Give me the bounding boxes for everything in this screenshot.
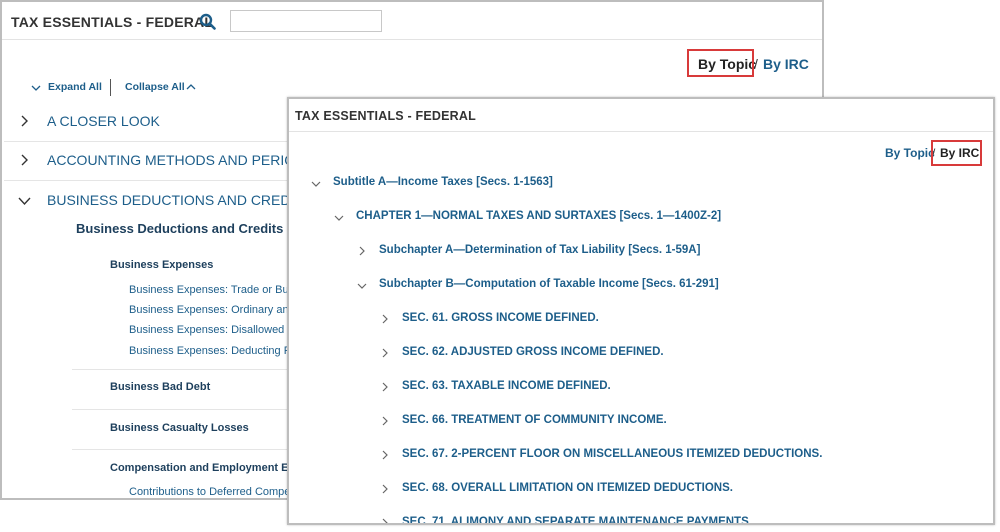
tree-section[interactable]: SEC. 61. GROSS INCOME DEFINED. xyxy=(402,312,599,324)
section-a-closer-look[interactable]: A CLOSER LOOK xyxy=(47,113,160,129)
tree-subchapter-b[interactable]: Subchapter B—Computation of Taxable Inco… xyxy=(379,278,719,290)
tree-subchapter-a[interactable]: Subchapter A—Determination of Tax Liabil… xyxy=(379,244,700,256)
chevron-right-icon[interactable] xyxy=(382,518,389,525)
list-item[interactable]: Business Expenses: Ordinary and xyxy=(129,304,295,316)
section-accounting-methods[interactable]: ACCOUNTING METHODS AND PERIODS xyxy=(47,152,315,168)
subsection-business-deductions[interactable]: Business Deductions and Credits xyxy=(76,221,283,236)
tree-chapter-1[interactable]: CHAPTER 1—NORMAL TAXES AND SURTAXES [Sec… xyxy=(356,210,721,222)
group-compensation[interactable]: Compensation and Employment Expe xyxy=(110,462,307,474)
tree-subtitle-a[interactable]: Subtitle A—Income Taxes [Secs. 1-1563] xyxy=(333,176,553,188)
section-business-deductions[interactable]: BUSINESS DEDUCTIONS AND CREDITS xyxy=(47,192,312,208)
view-toggle-separator: / xyxy=(754,56,758,72)
irc-view-panel: TAX ESSENTIALS - FEDERAL By Topic / By I… xyxy=(287,97,995,525)
tree-section[interactable]: SEC. 67. 2-PERCENT FLOOR ON MISCELLANEOU… xyxy=(402,448,822,460)
search-icon[interactable] xyxy=(199,13,216,30)
chevron-right-icon[interactable] xyxy=(382,484,389,494)
by-irc-link[interactable]: By IRC xyxy=(763,56,809,72)
list-item[interactable]: Contributions to Deferred Compe xyxy=(129,486,290,498)
chevron-right-icon[interactable] xyxy=(382,382,389,392)
tree-section[interactable]: SEC. 68. OVERALL LIMITATION ON ITEMIZED … xyxy=(402,482,733,494)
tree-section[interactable]: SEC. 71. ALIMONY AND SEPARATE MAINTENANC… xyxy=(402,516,752,523)
highlight-box-by-irc xyxy=(931,140,982,166)
by-topic-link[interactable]: By Topic xyxy=(885,146,935,160)
chevron-down-icon[interactable] xyxy=(334,215,344,222)
group-business-casualty-losses[interactable]: Business Casualty Losses xyxy=(110,422,249,434)
chevron-right-icon[interactable] xyxy=(20,154,30,166)
expand-all-button[interactable]: Expand All xyxy=(48,81,102,93)
tree-section[interactable]: SEC. 63. TAXABLE INCOME DEFINED. xyxy=(402,380,611,392)
highlight-box-by-topic xyxy=(687,49,754,77)
chevron-right-icon[interactable] xyxy=(382,314,389,324)
group-business-expenses[interactable]: Business Expenses xyxy=(110,259,213,271)
chevron-up-icon xyxy=(186,84,196,90)
list-item[interactable]: Business Expenses: Trade or Busi xyxy=(129,284,297,296)
collapse-all-button[interactable]: Collapse All xyxy=(125,81,185,93)
chevron-down-icon xyxy=(31,85,41,91)
chevron-right-icon[interactable] xyxy=(20,115,30,127)
panel-title: TAX ESSENTIALS - FEDERAL xyxy=(11,14,214,30)
chevron-right-icon[interactable] xyxy=(359,246,366,256)
chevron-right-icon[interactable] xyxy=(382,416,389,426)
panel-title: TAX ESSENTIALS - FEDERAL xyxy=(295,109,476,123)
list-item[interactable]: Business Expenses: Disallowed D xyxy=(129,324,295,336)
group-business-bad-debt[interactable]: Business Bad Debt xyxy=(110,381,210,393)
chevron-down-icon[interactable] xyxy=(18,196,31,206)
tree-section[interactable]: SEC. 62. ADJUSTED GROSS INCOME DEFINED. xyxy=(402,346,664,358)
list-item[interactable]: Business Expenses: Deducting Re xyxy=(129,345,298,357)
divider xyxy=(110,79,111,96)
search-input[interactable] xyxy=(230,10,382,32)
chevron-right-icon[interactable] xyxy=(382,450,389,460)
chevron-down-icon[interactable] xyxy=(357,283,367,290)
chevron-down-icon[interactable] xyxy=(311,181,321,188)
chevron-right-icon[interactable] xyxy=(382,348,389,358)
tree-section[interactable]: SEC. 66. TREATMENT OF COMMUNITY INCOME. xyxy=(402,414,667,426)
